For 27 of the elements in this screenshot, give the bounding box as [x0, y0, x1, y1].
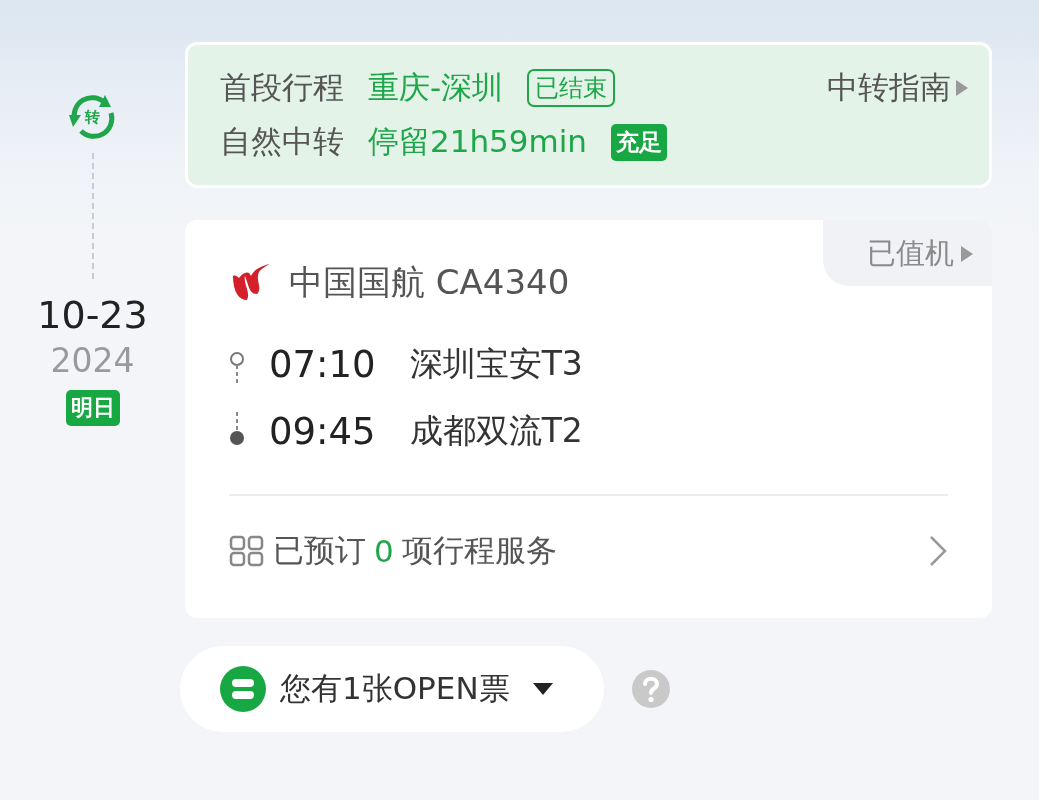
services-prefix: 已预订 — [273, 531, 366, 570]
leg-label: 首段行程 — [220, 68, 344, 107]
trip-services-link[interactable]: 已预订 0 项行程服务 — [229, 530, 948, 572]
help-icon[interactable] — [631, 670, 670, 708]
transfer-label: 自然中转 — [220, 122, 344, 161]
caret-icon — [531, 682, 554, 696]
ticket-icon — [220, 666, 266, 712]
tomorrow-tag: 明日 — [65, 390, 120, 426]
date-day: 10-23 — [37, 293, 148, 337]
triangle-icon — [960, 245, 974, 263]
flight-time: 09:45 — [269, 410, 376, 453]
services-count: 0 — [374, 533, 394, 569]
status-tag: 已结束 — [527, 69, 616, 107]
grid-icon — [229, 535, 265, 567]
airport-name: 成都双流T2 — [409, 410, 584, 452]
open-ticket-dropdown[interactable]: 您有1张OPEN票 — [180, 646, 604, 732]
transfer-guide-link[interactable]: 中转指南 — [827, 67, 969, 109]
stay-duration: 停留21h59min — [368, 122, 587, 161]
date-year: 2024 — [50, 341, 135, 380]
chevron-right-icon — [928, 534, 948, 568]
services-suffix: 项行程服务 — [401, 531, 557, 570]
leg-route: 重庆-深圳 — [368, 68, 504, 107]
sufficient-tag: 充足 — [611, 123, 667, 161]
airline-flight-number: 中国国航 CA4340 — [289, 261, 570, 304]
airport-name: 深圳宝安T3 — [409, 343, 584, 385]
triangle-icon — [955, 79, 969, 97]
flight-time: 07:10 — [269, 343, 376, 386]
